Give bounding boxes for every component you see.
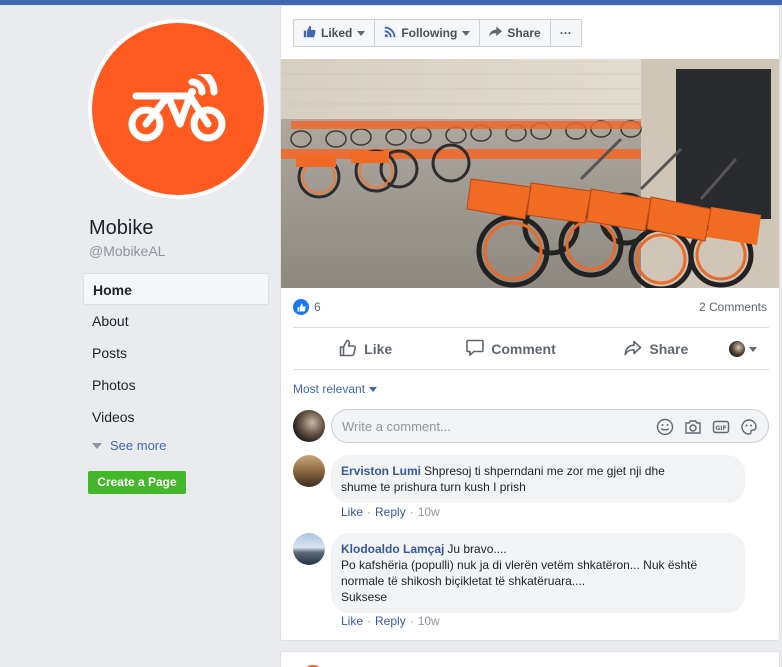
chevron-down-icon xyxy=(748,346,757,352)
page-handle[interactable]: @MobikeAL xyxy=(89,243,165,259)
comment-like-link[interactable]: Like xyxy=(341,614,363,628)
nav-item-videos[interactable]: Videos xyxy=(83,401,269,433)
comment-text: Shpresoj ti shperndani me zor me gjet nj… xyxy=(424,464,665,478)
comment-item: Erviston Lumi Shpresoj ti shperndani me z… xyxy=(293,455,745,503)
comment-reply-link[interactable]: Reply xyxy=(375,505,406,519)
nav-item-photos[interactable]: Photos xyxy=(83,369,269,401)
rss-icon xyxy=(384,26,396,41)
svg-text:GIF: GIF xyxy=(715,425,726,432)
chevron-down-icon xyxy=(369,386,378,392)
avatar xyxy=(728,341,745,357)
camera-icon[interactable] xyxy=(684,418,702,436)
bike-wifi-icon xyxy=(92,23,264,195)
comment-meta: Like · Reply · 10w xyxy=(341,614,440,628)
comment-bubble-icon xyxy=(466,339,485,359)
post-action-row: Like Comment Share xyxy=(293,330,769,368)
nav-item-home[interactable]: Home xyxy=(83,273,269,305)
chevron-down-icon xyxy=(92,443,102,449)
nav-item-about[interactable]: About xyxy=(83,305,269,337)
divider xyxy=(293,327,769,328)
create-page-button[interactable]: Create a Page xyxy=(88,471,186,494)
share-arrow-icon xyxy=(624,340,642,359)
comment-bubble: Klodoaldo Lamçaj Ju bravo.... Po kafshëri… xyxy=(331,533,745,613)
comment-timestamp[interactable]: 10w xyxy=(418,614,440,628)
share-page-button[interactable]: Share xyxy=(480,20,551,46)
like-label: Like xyxy=(364,341,393,357)
comment-item: Klodoaldo Lamçaj Ju bravo.... Po kafshëri… xyxy=(293,533,745,613)
composer-icons: GIF xyxy=(656,418,758,436)
comments-count-link[interactable]: 2 Comments xyxy=(699,300,767,314)
comment-input[interactable]: Write a comment... GIF xyxy=(331,409,769,443)
comment-timestamp[interactable]: 10w xyxy=(418,505,440,519)
gif-icon[interactable]: GIF xyxy=(712,418,730,436)
share-arrow-icon xyxy=(489,25,503,41)
comment-author[interactable]: Erviston Lumi xyxy=(341,464,421,478)
comment-label: Comment xyxy=(491,341,556,357)
comment-text: shume te prishura turn kush I prish xyxy=(341,480,526,494)
like-button[interactable]: Like xyxy=(293,339,438,360)
post-card: Liked Following Share ··· 6 2 Comments L… xyxy=(280,5,780,641)
left-column: Mobike @MobikeAL Home About Posts Photos… xyxy=(0,5,278,667)
page-action-bar: Liked Following Share ··· xyxy=(293,19,582,47)
following-button[interactable]: Following xyxy=(375,20,481,46)
chevron-down-icon xyxy=(462,30,471,36)
share-label: Share xyxy=(507,26,541,40)
page-avatar[interactable] xyxy=(88,19,268,199)
avatar xyxy=(293,410,325,442)
post-as-selector[interactable] xyxy=(728,341,769,357)
share-label: Share xyxy=(649,341,689,357)
page-name[interactable]: Mobike xyxy=(89,217,153,240)
see-more-link[interactable]: See more xyxy=(83,433,269,459)
comment-bubble: Erviston Lumi Shpresoj ti shperndani me z… xyxy=(331,455,745,503)
following-label: Following xyxy=(401,26,458,40)
next-post-card xyxy=(280,651,780,667)
comment-placeholder: Write a comment... xyxy=(342,418,451,434)
sticker-icon[interactable] xyxy=(740,418,758,436)
comment-reply-link[interactable]: Reply xyxy=(375,614,406,628)
bike-fleet-photo[interactable] xyxy=(281,59,779,288)
reactions-summary[interactable]: 6 xyxy=(293,299,321,315)
emoji-icon[interactable] xyxy=(656,418,674,436)
see-more-label: See more xyxy=(110,438,167,453)
like-reaction-icon xyxy=(293,299,309,315)
avatar[interactable] xyxy=(293,455,325,487)
comment-meta: Like · Reply · 10w xyxy=(341,505,440,519)
share-button[interactable]: Share xyxy=(584,340,729,359)
comment-author[interactable]: Klodoaldo Lamçaj xyxy=(341,542,444,556)
page-nav: Home About Posts Photos Videos See more xyxy=(83,273,269,459)
comment-like-link[interactable]: Like xyxy=(341,505,363,519)
comment-sort-dropdown[interactable]: Most relevant xyxy=(293,382,378,396)
liked-label: Liked xyxy=(321,26,353,40)
comment-button[interactable]: Comment xyxy=(438,339,583,359)
reaction-count: 6 xyxy=(314,300,321,314)
thumbs-up-outline-icon xyxy=(339,339,357,360)
nav-item-posts[interactable]: Posts xyxy=(83,337,269,369)
sort-label: Most relevant xyxy=(293,382,366,396)
comment-text: Ju bravo.... xyxy=(447,542,507,556)
comment-text: Po kafshëria (populli) nuk ja di vlerën … xyxy=(341,558,698,572)
comment-text: normale të shikosh biçikletat të shkatër… xyxy=(341,574,586,588)
comment-text: Suksese xyxy=(341,590,388,604)
avatar[interactable] xyxy=(293,533,325,565)
more-options-button[interactable]: ··· xyxy=(551,20,581,46)
chevron-down-icon xyxy=(357,30,366,36)
comment-composer: Write a comment... GIF xyxy=(293,409,769,443)
thumbs-up-icon xyxy=(303,25,316,41)
divider xyxy=(293,369,769,370)
liked-button[interactable]: Liked xyxy=(294,20,376,46)
